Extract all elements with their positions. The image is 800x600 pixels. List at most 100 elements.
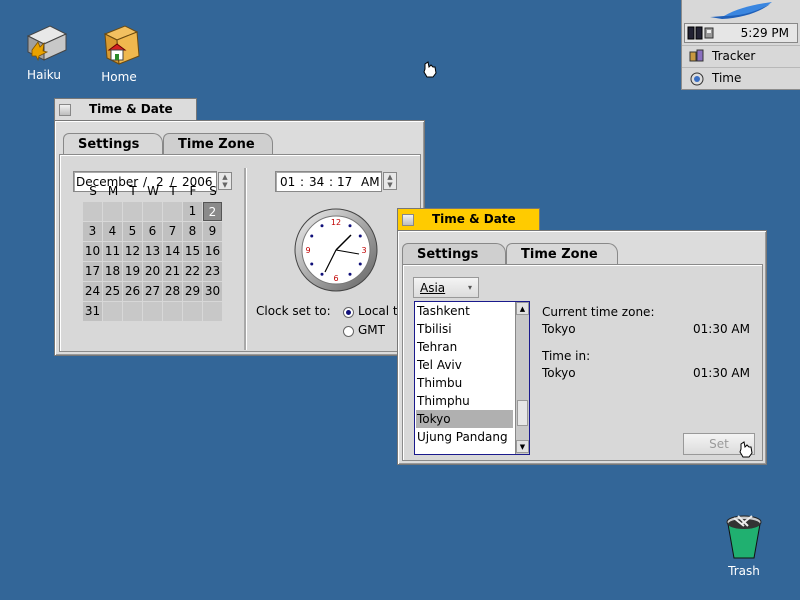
calendar-day[interactable]: 16 [203,242,222,261]
scroll-thumb[interactable] [517,400,528,426]
clock-numeral: 3 [361,246,366,255]
calendar-day[interactable]: 2 [203,202,222,221]
scroll-down-icon[interactable]: ▼ [516,440,529,453]
list-item[interactable]: Tel Aviv [416,356,513,374]
radio-local-time[interactable] [343,307,354,318]
deskbar-item-label: Time [712,71,742,85]
calendar-day[interactable]: 28 [163,282,182,301]
time-spinner[interactable]: ▲ ▼ [383,172,397,190]
tracker-icon [689,49,704,62]
calendar-day[interactable]: 10 [83,242,102,261]
calendar-day[interactable]: 27 [143,282,162,301]
desktop-icon-trash[interactable]: Trash [709,512,779,578]
calendar-day[interactable]: 9 [203,222,222,241]
calendar-day[interactable]: 20 [143,262,162,281]
calendar-day[interactable]: 29 [183,282,202,301]
clock-tick [310,234,314,238]
window-title-tab[interactable]: Time & Date [54,98,197,120]
time-in-label: Time in: [542,349,591,363]
hand-cursor-icon [423,61,437,78]
calendar-day[interactable]: 18 [103,262,122,281]
clock-tick [348,224,352,228]
calendar-day[interactable]: 11 [103,242,122,261]
time-minute[interactable]: 34 [309,173,324,191]
scroll-up-icon[interactable]: ▲ [516,302,529,315]
calendar-empty-cell [143,202,162,221]
close-box-icon[interactable] [402,214,414,226]
clock-tick [310,262,314,266]
tab-time-zone[interactable]: Time Zone [163,133,273,155]
radio-gmt[interactable] [343,326,354,337]
time-date-window-settings: Settings Time Zone December / 2 / 2006 ▲… [54,120,425,356]
window-title: Time & Date [89,102,173,116]
calendar-day[interactable]: 17 [83,262,102,281]
current-zone-city: Tokyo [542,322,576,336]
calendar-day[interactable]: 15 [183,242,202,261]
calendar-day[interactable]: 3 [83,222,102,241]
clock-tick [320,272,324,276]
drive-icon [26,25,68,62]
window-title: Time & Date [432,212,516,226]
calendar-day[interactable]: 23 [203,262,222,281]
time-hour[interactable]: 01 [280,173,295,191]
calendar-day[interactable]: 24 [83,282,102,301]
calendar-day[interactable]: 6 [143,222,162,241]
desktop-icon-haiku[interactable]: Haiku [9,22,79,82]
calendar-day[interactable]: 26 [123,282,142,301]
clock-numeral: 6 [333,274,338,283]
deskbar: 5:29 PM Tracker Time [681,0,800,90]
calendar-weekday: S [209,184,217,198]
calendar-day[interactable]: 19 [123,262,142,281]
calendar-empty-cell [183,302,202,321]
calendar-empty-cell [103,202,122,221]
list-item[interactable]: Tokyo [416,410,513,428]
calendar-day[interactable]: 21 [163,262,182,281]
list-item[interactable]: Tbilisi [416,320,513,338]
calendar-weekday: W [147,184,159,198]
city-list[interactable]: Tashkent Tbilisi Tehran Tel Aviv Thimbu Thimp… [414,301,530,455]
calendar-day[interactable]: 5 [123,222,142,241]
calendar-day[interactable]: 31 [83,302,102,321]
city-list-scrollbar[interactable]: ▲ ▼ [515,302,529,454]
desktop-icon-label: Home [101,70,137,84]
calendar-day[interactable]: 8 [183,222,202,241]
clock-set-label: Clock set to: [256,304,331,318]
calendar-day[interactable]: 25 [103,282,122,301]
close-box-icon[interactable] [59,104,71,116]
desktop-icon-home[interactable]: Home [84,22,154,84]
tab-time-zone[interactable]: Time Zone [506,243,618,265]
tab-settings[interactable]: Settings [63,133,163,155]
calendar-day[interactable]: 7 [163,222,182,241]
time-field[interactable]: 01 : 34 : 17 AM [275,171,382,192]
time-ampm[interactable]: AM [361,173,380,191]
tab-settings[interactable]: Settings [402,243,506,265]
leaf-logo-icon[interactable] [682,0,800,22]
hand-cursor-icon [739,441,753,458]
list-item[interactable]: Thimbu [416,374,513,392]
calendar-day[interactable]: 12 [123,242,142,261]
calendar-day[interactable]: 13 [143,242,162,261]
current-zone-time: 01:30 AM [693,322,750,336]
region-dropdown[interactable]: Asia ▾ [413,277,479,298]
calendar-weekday: M [107,184,119,198]
calendar-day[interactable]: 14 [163,242,182,261]
cpu-monitor-icon[interactable] [687,26,717,40]
deskbar-item-tracker[interactable]: Tracker [682,45,800,67]
list-item[interactable]: Thimphu [416,392,513,410]
window-title-tab-active[interactable]: Time & Date [397,208,540,230]
time-in-time: 01:30 AM [693,366,750,380]
deskbar-item-time[interactable]: Time [682,67,800,89]
clock-tick [358,262,362,266]
list-item[interactable]: Tashkent [416,302,513,320]
time-date-window-timezone: Settings Time Zone Asia ▾ Tashkent Tbilis… [397,230,767,465]
calendar-day[interactable]: 22 [183,262,202,281]
calendar-day[interactable]: 4 [103,222,122,241]
calendar-day[interactable]: 30 [203,282,222,301]
clock-app-icon [690,72,704,86]
list-item[interactable]: Ujung Pandang [416,428,513,446]
list-item[interactable]: Tehran [416,338,513,356]
deskbar-clock[interactable]: 5:29 PM [741,26,789,40]
calendar-day[interactable]: 1 [183,202,202,221]
clock-numeral: 9 [305,246,310,255]
time-second[interactable]: 17 [337,173,352,191]
